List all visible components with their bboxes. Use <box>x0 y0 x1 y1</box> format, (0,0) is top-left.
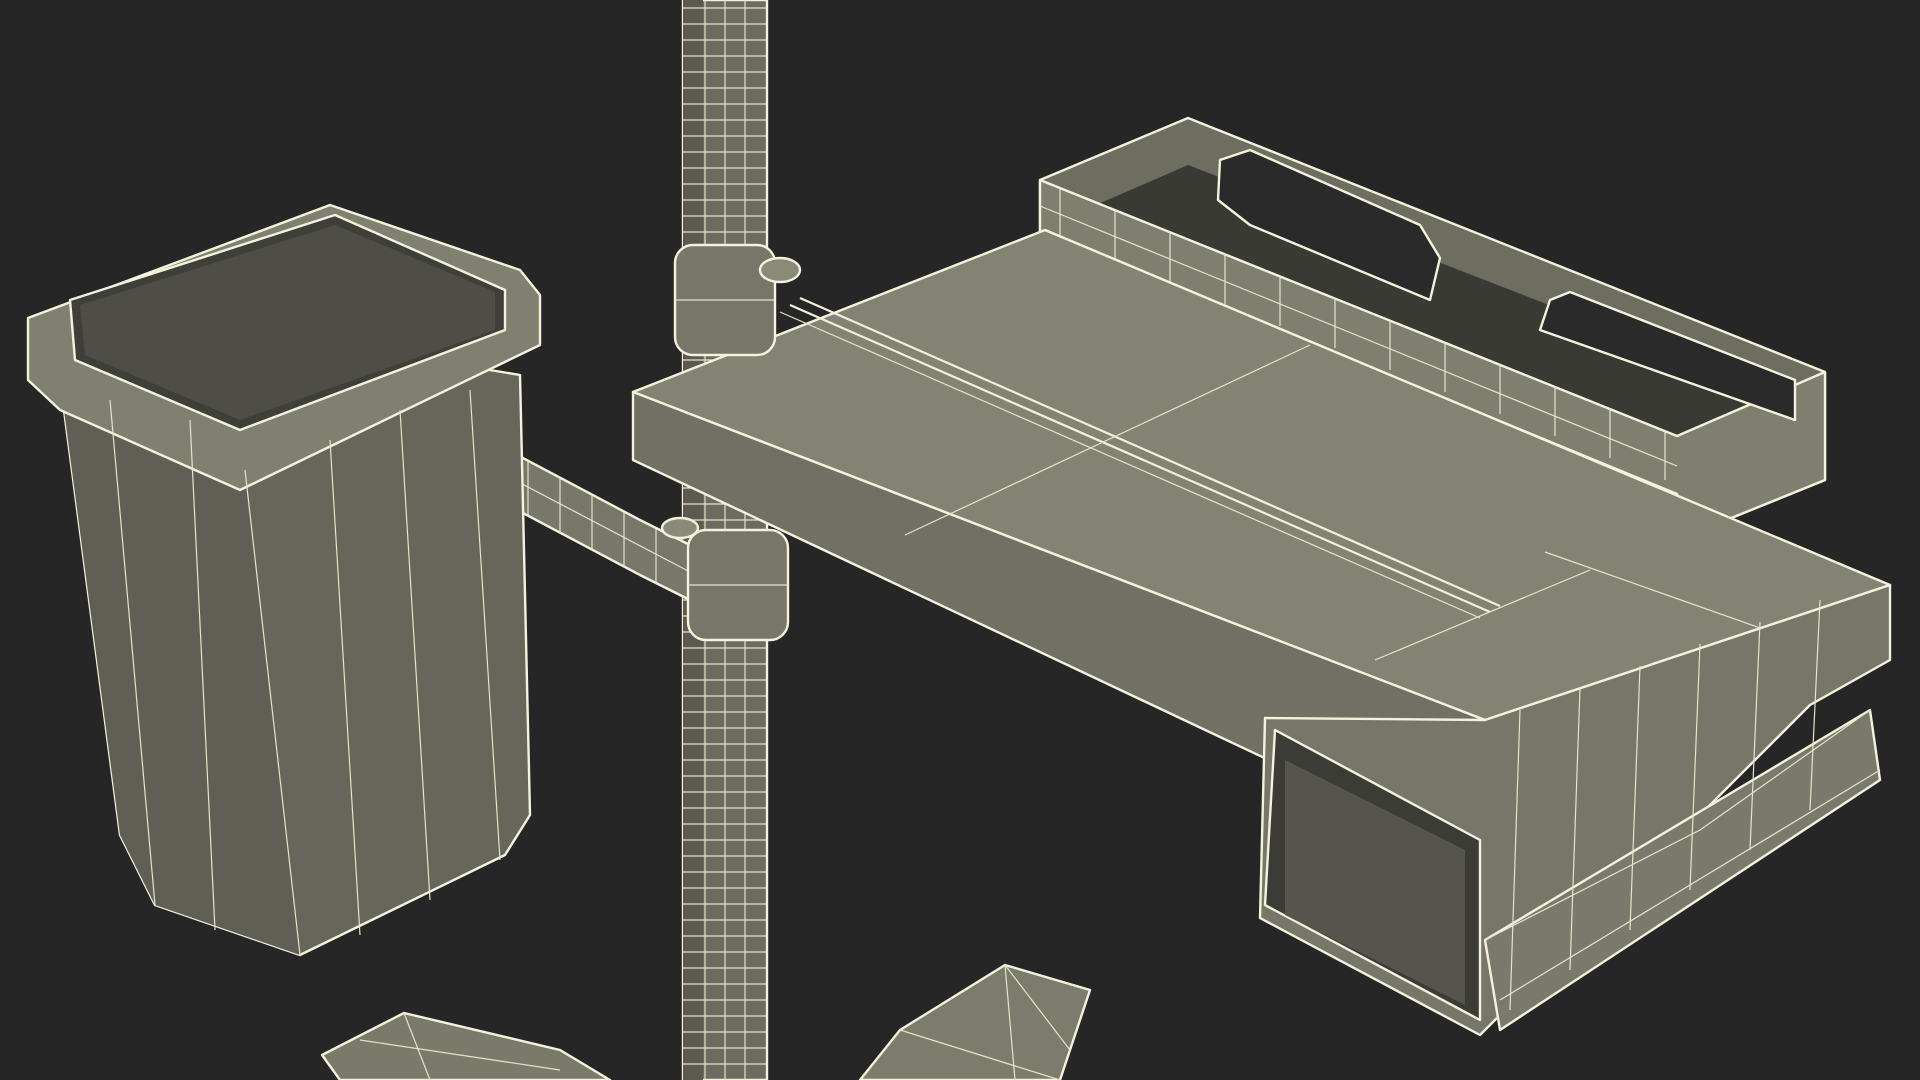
waste-bin <box>26 203 542 957</box>
base-leg-left <box>320 1011 612 1080</box>
wireframe-scene-svg <box>26 0 1892 1080</box>
base-leg-right <box>858 963 1092 1080</box>
wireframe-render <box>0 0 1920 1080</box>
